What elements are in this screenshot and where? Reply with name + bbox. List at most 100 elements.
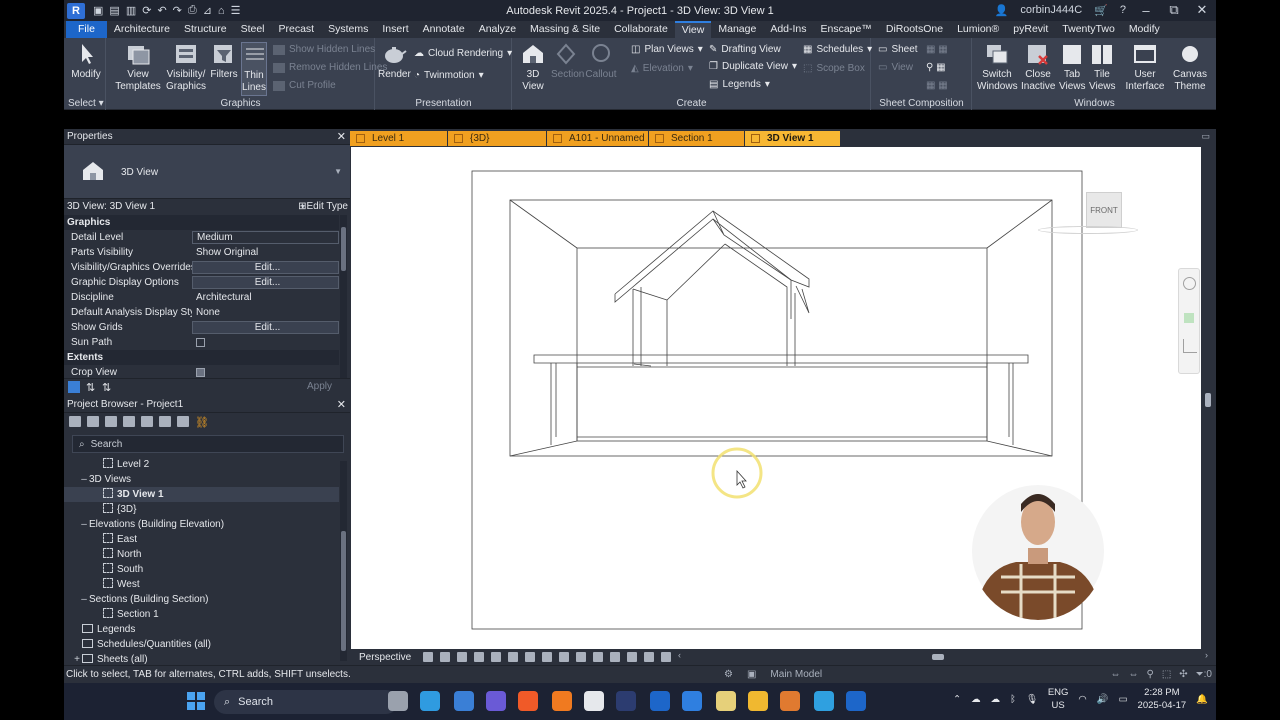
tab-lumion[interactable]: Lumion®: [950, 21, 1006, 38]
viewcube[interactable]: FRONT: [1038, 192, 1138, 234]
browser-node[interactable]: –3D Views: [64, 472, 339, 487]
tab-massing-site[interactable]: Massing & Site: [523, 21, 607, 38]
filters-button[interactable]: Filters: [209, 42, 239, 81]
highlight-displacement-icon[interactable]: [661, 652, 672, 662]
tab-manage[interactable]: Manage: [711, 21, 763, 38]
tile-views-button[interactable]: Tile Views: [1089, 42, 1116, 93]
tab-architecture[interactable]: Architecture: [107, 21, 177, 38]
detail-level-icon[interactable]: [440, 652, 451, 662]
instance-selector[interactable]: 3D View: 3D View 1 ▾ ⊞Edit Type: [64, 199, 350, 214]
user-interface-button[interactable]: User Interface: [1123, 42, 1167, 93]
canvas-theme-button[interactable]: Canvas Theme: [1171, 42, 1209, 93]
render-button[interactable]: Render: [378, 42, 411, 81]
scroll-thumb[interactable]: [341, 531, 346, 651]
model-selector[interactable]: Main Model: [770, 666, 822, 684]
show-crop-icon[interactable]: [542, 652, 553, 662]
close-inactive-button[interactable]: Close Inactive: [1021, 42, 1055, 93]
properties-scrollbar[interactable]: [340, 215, 347, 380]
callout-button[interactable]: Callout: [585, 42, 617, 81]
browser-node[interactable]: South: [64, 562, 339, 577]
home-icon[interactable]: [69, 416, 81, 427]
section-button[interactable]: Section: [551, 42, 584, 81]
lock-view-icon[interactable]: [559, 652, 570, 662]
tab-modify[interactable]: Modify: [1122, 21, 1167, 38]
viewport-3d[interactable]: FRONT: [351, 147, 1201, 649]
open-icon[interactable]: ▤: [109, 4, 119, 17]
sun-path-checkbox[interactable]: [196, 338, 205, 347]
onepassword-icon[interactable]: [616, 691, 636, 711]
widgets-icon[interactable]: [420, 691, 440, 711]
browser-node[interactable]: – Elevations (Building Elevation): [64, 517, 339, 532]
clock[interactable]: 2:28 PM 2025-04-17: [1138, 686, 1187, 712]
shadows-icon[interactable]: [491, 652, 502, 662]
close-icon[interactable]: ✕: [337, 129, 346, 145]
cloud-rendering-button[interactable]: ☁ Cloud Rendering ▾: [414, 48, 512, 59]
bluetooth-icon[interactable]: ᛒ: [1010, 694, 1016, 705]
analytical-model-icon[interactable]: [644, 652, 655, 662]
view-button[interactable]: ▭ View: [878, 62, 913, 73]
modify-button[interactable]: Modify: [70, 42, 102, 81]
new-icon[interactable]: ▣: [93, 4, 103, 17]
maximize-button[interactable]: ⧉: [1166, 2, 1182, 18]
print-icon[interactable]: ⎙: [188, 4, 197, 17]
group-extents[interactable]: Extents: [64, 350, 339, 365]
guide-grid-button[interactable]: ⚲ ▦: [926, 62, 946, 73]
collapse-icon[interactable]: –: [79, 472, 89, 487]
notes-icon[interactable]: [716, 691, 736, 711]
show-hidden-lines-button[interactable]: Show Hidden Lines: [273, 44, 375, 55]
link-icon[interactable]: ⛓: [195, 416, 209, 429]
collapse-icon[interactable]: –: [79, 592, 89, 607]
measure-icon[interactable]: ⊿: [203, 4, 212, 17]
steering-wheel-icon[interactable]: [1183, 277, 1196, 290]
browser-node[interactable]: – Sections (Building Section): [64, 592, 339, 607]
browser-node[interactable]: {3D}: [64, 502, 339, 517]
browser-groups-icon[interactable]: [159, 416, 171, 427]
tab-overflow-icon[interactable]: ▭: [1201, 131, 1210, 142]
thin-lines-icon[interactable]: ☰: [231, 4, 241, 17]
scroll-thumb[interactable]: [1205, 393, 1211, 407]
thin-lines-button[interactable]: Thin Lines: [241, 42, 267, 96]
title-block-button[interactable]: ▦ ▦: [926, 44, 948, 55]
drag-elements-icon[interactable]: ✣: [1179, 666, 1187, 684]
edit-type-button[interactable]: ⊞Edit Type: [298, 199, 348, 214]
outlook-icon[interactable]: [454, 691, 474, 711]
discipline-value[interactable]: Architectural: [192, 290, 339, 305]
vg-overrides-edit-button[interactable]: Edit...: [192, 261, 339, 274]
group-graphics[interactable]: Graphics: [64, 215, 339, 230]
worksets-icon[interactable]: ⚙: [724, 666, 733, 684]
viewport-vscroll[interactable]: [1201, 147, 1216, 649]
tab-pyrevit[interactable]: pyRevit: [1006, 21, 1055, 38]
browser-node[interactable]: West: [64, 577, 339, 592]
tab-enscape[interactable]: Enscape™: [814, 21, 879, 38]
browser-links-icon[interactable]: [177, 416, 189, 427]
graphic-display-edit-button[interactable]: Edit...: [192, 276, 339, 289]
select-underlay-icon[interactable]: ⇔: [1128, 666, 1138, 684]
remove-hidden-lines-button[interactable]: Remove Hidden Lines: [273, 62, 387, 73]
wifi-icon[interactable]: ◠: [1078, 694, 1086, 705]
sheet-button[interactable]: ▭ Sheet: [878, 44, 918, 55]
close-button[interactable]: ✕: [1194, 2, 1210, 18]
recorder-icon[interactable]: [780, 691, 800, 711]
browser-node[interactable]: Legends: [64, 622, 339, 637]
home-icon[interactable]: ⌂: [218, 5, 225, 17]
taskbar-search-input[interactable]: ⌕ Search: [214, 690, 398, 714]
sort-desc-icon[interactable]: ⇅: [102, 381, 111, 394]
rendering-icon[interactable]: [508, 652, 519, 662]
task-view-icon[interactable]: [388, 691, 408, 711]
temporary-properties-icon[interactable]: [610, 652, 621, 662]
chevron-left-icon[interactable]: ‹: [678, 650, 681, 660]
viewcube-compass[interactable]: [1038, 226, 1138, 234]
chevron-right-icon[interactable]: ›: [1205, 650, 1208, 660]
tab-views-button[interactable]: Tab Views: [1059, 42, 1086, 93]
doc-tab-level-1[interactable]: Level 1: [350, 131, 447, 146]
close-icon[interactable]: ✕: [337, 397, 346, 413]
tab-collaborate[interactable]: Collaborate: [607, 21, 675, 38]
scale-icon[interactable]: [423, 652, 434, 662]
analysis-style-value[interactable]: None: [192, 305, 339, 320]
tab-steel[interactable]: Steel: [234, 21, 272, 38]
firefox-icon[interactable]: [552, 691, 572, 711]
view-templates-button[interactable]: View Templates: [115, 42, 161, 93]
crop-view-icon[interactable]: [525, 652, 536, 662]
browser-sheets-icon[interactable]: [105, 416, 117, 427]
revit-taskbar-icon[interactable]: [650, 691, 670, 711]
